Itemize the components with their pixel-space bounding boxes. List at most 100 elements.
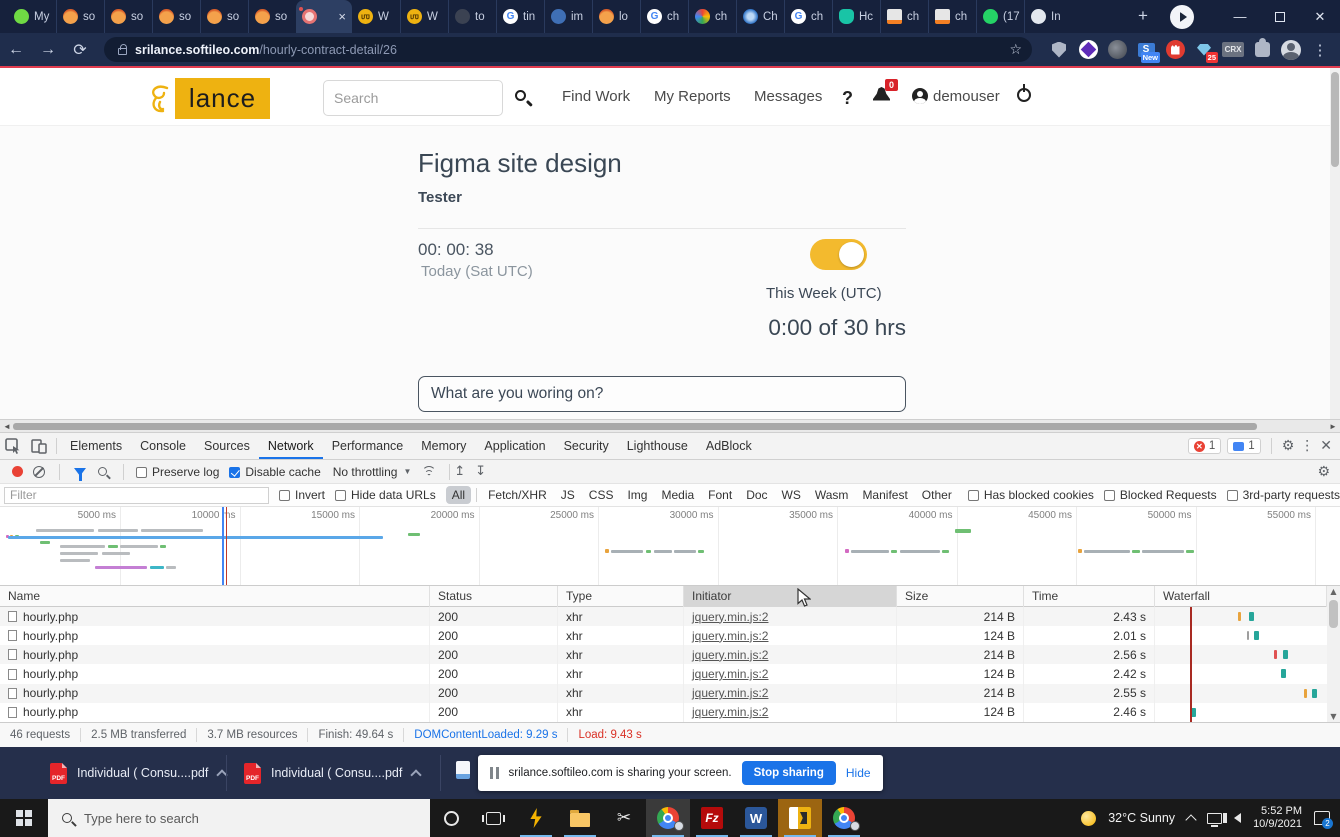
maximize-button[interactable] — [1260, 0, 1300, 33]
disable-cache-checkbox[interactable]: Disable cache — [229, 465, 320, 479]
s-extension-icon[interactable]: SNew — [1136, 40, 1156, 60]
taskbar-app-file-explorer[interactable] — [558, 799, 602, 837]
taskbar-clock[interactable]: 5:52 PM 10/9/2021 — [1253, 805, 1302, 831]
initiator-link[interactable]: jquery.min.js:2 — [692, 648, 768, 662]
column-header-time[interactable]: Time — [1024, 586, 1155, 607]
site-search-input[interactable] — [323, 80, 503, 116]
record-button[interactable] — [12, 466, 23, 477]
hscroll-thumb[interactable] — [13, 423, 1257, 430]
browser-tab[interactable]: × — [296, 0, 352, 33]
request-name[interactable]: hourly.php — [0, 703, 430, 722]
taskbar-app-chrome[interactable] — [646, 799, 690, 837]
type-filter-css[interactable]: CSS — [583, 486, 620, 504]
type-filter-other[interactable]: Other — [916, 486, 958, 504]
browser-tab[interactable]: lo — [592, 0, 640, 33]
type-filter-font[interactable]: Font — [702, 486, 738, 504]
nav-messages[interactable]: Messages — [754, 88, 822, 105]
cortana-button[interactable] — [434, 799, 468, 837]
scroll-left-arrow[interactable]: ◄ — [1, 421, 13, 431]
horizontal-scrollbar[interactable]: ◄ ► — [0, 419, 1340, 433]
search-icon[interactable] — [515, 90, 526, 101]
taskbar-app-word[interactable]: W — [734, 799, 778, 837]
purple-diamond-extension-icon[interactable] — [1078, 40, 1098, 60]
network-tray-icon[interactable] — [1207, 813, 1222, 824]
task-view-button[interactable] — [476, 799, 510, 837]
taskbar-app-chrome-2[interactable] — [822, 799, 866, 837]
help-button[interactable]: ? — [842, 88, 853, 109]
browser-tab[interactable]: (17 — [976, 0, 1024, 33]
browser-tab[interactable]: In — [1024, 0, 1072, 33]
browser-tab[interactable]: ch — [928, 0, 976, 33]
browser-tab[interactable]: so — [104, 0, 152, 33]
shield-extension-icon[interactable] — [1049, 40, 1069, 60]
scroll-right-arrow[interactable]: ► — [1327, 421, 1339, 431]
network-conditions-icon[interactable] — [421, 466, 437, 477]
browser-menu-icon[interactable]: ⋮ — [1310, 40, 1330, 60]
address-bar[interactable]: srilance.softileo.com/hourly-contract-de… — [104, 37, 1032, 62]
media-controls-button[interactable] — [1170, 5, 1194, 29]
invert-checkbox[interactable]: Invert — [279, 488, 325, 502]
request-row[interactable]: hourly.php200xhrjquery.min.js:2124 B2.46… — [0, 703, 1340, 722]
taskbar-search[interactable]: Type here to search — [48, 799, 430, 837]
bookmark-star-icon[interactable]: ☆ — [1009, 42, 1022, 58]
taskbar-app-srilance[interactable] — [778, 799, 822, 837]
request-row[interactable]: hourly.php200xhrjquery.min.js:2124 B2.42… — [0, 664, 1340, 683]
column-header-type[interactable]: Type — [558, 586, 684, 607]
back-button[interactable]: ← — [0, 41, 32, 59]
reload-button[interactable]: ⟳ — [64, 40, 96, 59]
checkbox-blocked-requests[interactable]: Blocked Requests — [1104, 488, 1217, 502]
network-filter-input[interactable] — [4, 487, 269, 504]
download-item[interactable]: PDF Individual ( Consu....pdf — [50, 757, 226, 789]
browser-tab[interactable]: im — [544, 0, 592, 33]
network-settings-icon[interactable]: ⚙ — [1317, 464, 1330, 480]
inspect-element-icon[interactable] — [0, 433, 26, 459]
scroll-down-arrow[interactable]: ▼ — [1327, 712, 1340, 721]
devtools-tab-adblock[interactable]: AdBlock — [697, 433, 761, 459]
browser-tab[interactable]: ch — [688, 0, 736, 33]
request-name[interactable]: hourly.php — [0, 684, 430, 703]
request-row[interactable]: hourly.php200xhrjquery.min.js:2214 B2.55… — [0, 684, 1340, 703]
requests-scrollbar[interactable]: ▲ ▼ — [1327, 586, 1340, 722]
type-filter-manifest[interactable]: Manifest — [856, 486, 913, 504]
devtools-menu-icon[interactable]: ⋮ — [1300, 438, 1314, 454]
browser-tab[interactable]: so — [248, 0, 296, 33]
column-header-name[interactable]: Name — [0, 586, 430, 607]
type-filter-ws[interactable]: WS — [776, 486, 807, 504]
weather-text[interactable]: 32°C Sunny — [1108, 811, 1175, 825]
profile-avatar[interactable] — [1281, 40, 1301, 60]
checkbox-has-blocked-cookies[interactable]: Has blocked cookies — [968, 488, 1094, 502]
network-overview-timeline[interactable]: 5000 ms10000 ms15000 ms20000 ms25000 ms3… — [0, 507, 1340, 586]
initiator-link[interactable]: jquery.min.js:2 — [692, 610, 768, 624]
type-filter-fetchxhr[interactable]: Fetch/XHR — [482, 486, 553, 504]
browser-tab[interactable]: so — [200, 0, 248, 33]
initiator-link[interactable]: jquery.min.js:2 — [692, 686, 768, 700]
page-scrollbar[interactable] — [1330, 68, 1340, 419]
preserve-log-checkbox[interactable]: Preserve log — [136, 465, 219, 479]
devtools-tab-security[interactable]: Security — [555, 433, 618, 459]
import-har-icon[interactable]: ↥ — [454, 464, 465, 479]
username[interactable]: demouser — [933, 88, 1000, 105]
clear-button[interactable] — [33, 466, 45, 478]
console-errors-badge[interactable]: ✕1 — [1188, 438, 1221, 454]
issues-badge[interactable]: 1 — [1227, 438, 1260, 454]
devtools-tab-performance[interactable]: Performance — [323, 433, 413, 459]
initiator-link[interactable]: jquery.min.js:2 — [692, 629, 768, 643]
browser-tab[interactable]: Gch — [784, 0, 832, 33]
download-file-name[interactable]: Individual ( Consu....pdf — [77, 766, 208, 780]
taskbar-app-snipping-tool[interactable]: ✂ — [602, 799, 646, 837]
initiator-link[interactable]: jquery.min.js:2 — [692, 667, 768, 681]
type-filter-js[interactable]: JS — [555, 486, 581, 504]
type-filter-media[interactable]: Media — [655, 486, 700, 504]
request-row[interactable]: hourly.php200xhrjquery.min.js:2124 B2.01… — [0, 626, 1340, 645]
extensions-puzzle-icon[interactable] — [1252, 40, 1272, 60]
column-header-waterfall[interactable]: Waterfall — [1155, 586, 1327, 607]
checkbox-3rd-party-requests[interactable]: 3rd-party requests — [1227, 488, 1340, 502]
stop-sharing-button[interactable]: Stop sharing — [742, 761, 836, 785]
action-center-icon[interactable]: 2 — [1314, 811, 1330, 825]
download-item[interactable]: PDF Individual ( Consu....pdf — [244, 757, 420, 789]
browser-tab[interactable]: My — [8, 0, 56, 33]
weather-sun-icon[interactable] — [1081, 811, 1096, 826]
column-header-status[interactable]: Status — [430, 586, 558, 607]
devtools-tab-elements[interactable]: Elements — [61, 433, 131, 459]
type-filter-wasm[interactable]: Wasm — [809, 486, 855, 504]
